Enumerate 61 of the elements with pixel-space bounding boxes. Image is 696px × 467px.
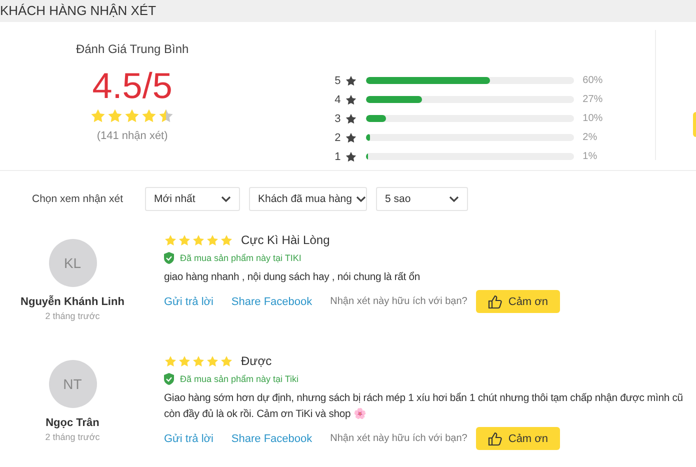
star-icon [220, 234, 233, 246]
thanks-button[interactable]: Cảm ơn [476, 427, 560, 450]
shield-check-icon [164, 373, 174, 385]
avatar: KL [48, 239, 96, 287]
average-label: Đánh Giá Trung Bình [76, 42, 189, 56]
star-icon [158, 108, 174, 124]
star-icon [90, 108, 106, 124]
star-icon [164, 354, 177, 368]
thumbs-up-icon [488, 294, 502, 308]
review-text: giao hàng nhanh , nội dung sách hay , nói chung là rất ổn [164, 270, 422, 285]
thanks-button[interactable]: Cảm ơn [476, 290, 560, 313]
section-title: KHÁCH HÀNG NHẬN XÉT [0, 3, 156, 18]
chevron-down-icon [356, 196, 366, 202]
review-text: Giao hàng sớm hơn dự định, nhưng sách bị rách mép 1 xíu hơi bẩn 1 chút nhưng thôi tạm chấp nhận được mình cũ còn đầy đủ là ok rồi. Cảm ơn TiKi và shop 🌸 [164, 392, 684, 422]
percent-label: 60% [582, 75, 603, 86]
average-score: 4.5/5 [92, 66, 172, 106]
review-time: 2 tháng trước [45, 432, 100, 442]
verified-purchase-label: Đã mua sản phẩm này tại TIKI [180, 253, 302, 263]
star-icon [192, 354, 205, 368]
star-level-label: 5 [334, 74, 342, 86]
helpful-question: Nhận xét này hữu ích với bạn? [330, 296, 468, 307]
star-level-label: 3 [334, 112, 342, 124]
star-icon [206, 354, 219, 368]
review-time: 2 tháng trước [45, 311, 100, 321]
star-icon [124, 108, 140, 124]
star-icon [344, 112, 357, 124]
reviewer-name: Nguyễn Khánh Linh [20, 296, 124, 308]
filter-label: Chọn xem nhận xét [32, 193, 124, 205]
star-icon [141, 108, 158, 124]
avatar: NT [48, 360, 96, 408]
shield-check-icon [164, 252, 174, 264]
percent-label: 10% [582, 113, 603, 124]
reviewer-name: Ngọc Trân [46, 417, 100, 429]
star-icon [206, 234, 219, 246]
star-icon [164, 234, 177, 246]
filter-dropdown[interactable]: Khách đã mua hàng [249, 187, 367, 211]
filter-dropdown[interactable]: Mới nhất [145, 187, 240, 211]
helpful-question: Nhận xét này hữu ích với bạn? [330, 433, 468, 444]
filter-dropdown[interactable]: 5 sao [376, 187, 468, 211]
star-icon [107, 108, 124, 124]
review-count: (141 nhận xét) [96, 130, 168, 142]
percent-label: 1% [582, 151, 598, 162]
star-icon [192, 234, 205, 246]
percent-label: 27% [582, 94, 603, 105]
star-icon [344, 94, 357, 106]
star-icon [344, 132, 357, 144]
star-icon [178, 234, 191, 246]
star-level-label: 1 [334, 150, 342, 162]
chevron-down-icon [221, 196, 231, 202]
star-level-label: 2 [334, 132, 342, 144]
star-level-label: 4 [334, 94, 342, 106]
chevron-down-icon [449, 196, 459, 202]
verified-purchase-label: Đã mua sản phẩm này tại Tiki [180, 374, 299, 384]
review-title: Được [241, 354, 272, 368]
percent-label: 2% [582, 132, 598, 143]
star-icon [178, 354, 191, 368]
star-icon [344, 150, 357, 162]
star-icon [220, 354, 233, 368]
thumbs-up-icon [488, 432, 502, 446]
star-icon [344, 74, 357, 86]
review-title: Cực Kì Hài Lòng [241, 233, 330, 247]
